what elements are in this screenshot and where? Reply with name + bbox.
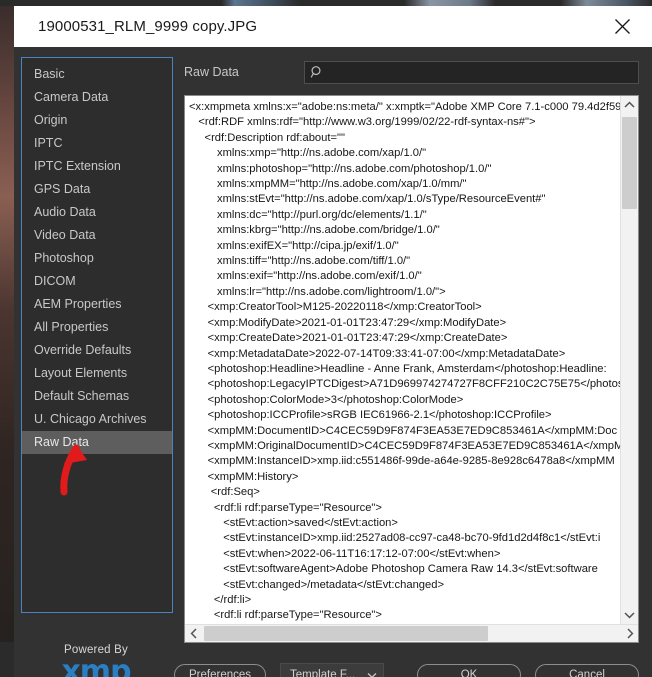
template-dropdown[interactable]: Template F... xyxy=(280,663,385,677)
sidebar-item-iptc-extension[interactable]: IPTC Extension xyxy=(22,155,172,178)
sidebar-item-aem-properties[interactable]: AEM Properties xyxy=(22,293,172,316)
chevron-down-icon xyxy=(367,672,377,677)
vertical-scroll-track[interactable] xyxy=(621,113,638,607)
chevron-down-icon[interactable] xyxy=(621,607,638,624)
sidebar-item-override-defaults[interactable]: Override Defaults xyxy=(22,339,172,362)
chevron-right-icon[interactable] xyxy=(621,625,638,642)
close-icon[interactable] xyxy=(600,6,644,47)
sidebar-item-raw-data[interactable]: Raw Data xyxy=(22,431,172,454)
sidebar-item-iptc[interactable]: IPTC xyxy=(22,132,172,155)
horizontal-scroll-track[interactable] xyxy=(202,625,621,642)
ok-button[interactable]: OK xyxy=(417,664,521,677)
background-photo-left xyxy=(0,6,14,642)
sidebar-item-layout-elements[interactable]: Layout Elements xyxy=(22,362,172,385)
search-icon xyxy=(310,65,324,79)
dialog-footer: Preferences Template F... OK Cancel xyxy=(14,652,652,677)
metadata-panel-list[interactable]: Basic Camera Data Origin IPTC IPTC Extension… xyxy=(21,57,173,613)
sidebar-item-audio-data[interactable]: Audio Data xyxy=(22,201,172,224)
dialog-body: Basic Camera Data Origin IPTC IPTC Extension… xyxy=(14,47,652,677)
raw-data-inner: <x:xmpmeta xmlns:x="adobe:ns:meta/" x:xm… xyxy=(185,96,638,624)
content-row: Basic Camera Data Origin IPTC IPTC Extension… xyxy=(14,47,652,677)
dialog-title: 19000531_RLM_9999 copy.JPG xyxy=(38,18,258,35)
right-column: Raw Data <x:xmpmeta xmlns:x="adobe:ns:me… xyxy=(173,57,652,652)
search-input[interactable] xyxy=(324,64,638,80)
footer-right-group: OK Cancel xyxy=(417,664,639,677)
chevron-left-icon[interactable] xyxy=(185,625,202,642)
sidebar-item-dicom[interactable]: DICOM xyxy=(22,270,172,293)
chevron-up-icon[interactable] xyxy=(621,96,638,113)
sidebar-item-basic[interactable]: Basic xyxy=(22,63,172,86)
raw-data-text: <x:xmpmeta xmlns:x="adobe:ns:meta/" x:xm… xyxy=(189,101,620,622)
sidebar-item-default-schemas[interactable]: Default Schemas xyxy=(22,385,172,408)
horizontal-scroll-thumb[interactable] xyxy=(204,625,488,641)
vertical-scrollbar[interactable] xyxy=(620,96,638,624)
vertical-scroll-thumb[interactable] xyxy=(622,117,637,209)
sidebar-item-origin[interactable]: Origin xyxy=(22,109,172,132)
cancel-button[interactable]: Cancel xyxy=(535,664,639,677)
dialog-titlebar: 19000531_RLM_9999 copy.JPG xyxy=(14,6,652,47)
horizontal-scrollbar[interactable] xyxy=(185,623,638,642)
screen: 19000531_RLM_9999 copy.JPG Basic Camera D… xyxy=(0,0,652,677)
sidebar-item-video-data[interactable]: Video Data xyxy=(22,224,172,247)
sidebar-item-all-properties[interactable]: All Properties xyxy=(22,316,172,339)
sidebar-item-gps-data[interactable]: GPS Data xyxy=(22,178,172,201)
search-box[interactable] xyxy=(304,60,639,84)
raw-data-panel: <x:xmpmeta xmlns:x="adobe:ns:meta/" x:xm… xyxy=(184,95,639,643)
footer-left-group: Preferences Template F... xyxy=(174,663,385,677)
template-dropdown-label: Template F... xyxy=(290,669,356,677)
sidebar-column: Basic Camera Data Origin IPTC IPTC Extension… xyxy=(14,57,173,677)
preferences-button[interactable]: Preferences xyxy=(174,664,267,677)
file-info-dialog: 19000531_RLM_9999 copy.JPG Basic Camera D… xyxy=(14,6,652,677)
sidebar-item-photoshop[interactable]: Photoshop xyxy=(22,247,172,270)
panel-title: Raw Data xyxy=(184,65,239,79)
sidebar-item-camera-data[interactable]: Camera Data xyxy=(22,86,172,109)
search-row: Raw Data xyxy=(184,57,639,87)
sidebar-item-u-chicago-archives[interactable]: U. Chicago Archives xyxy=(22,408,172,431)
